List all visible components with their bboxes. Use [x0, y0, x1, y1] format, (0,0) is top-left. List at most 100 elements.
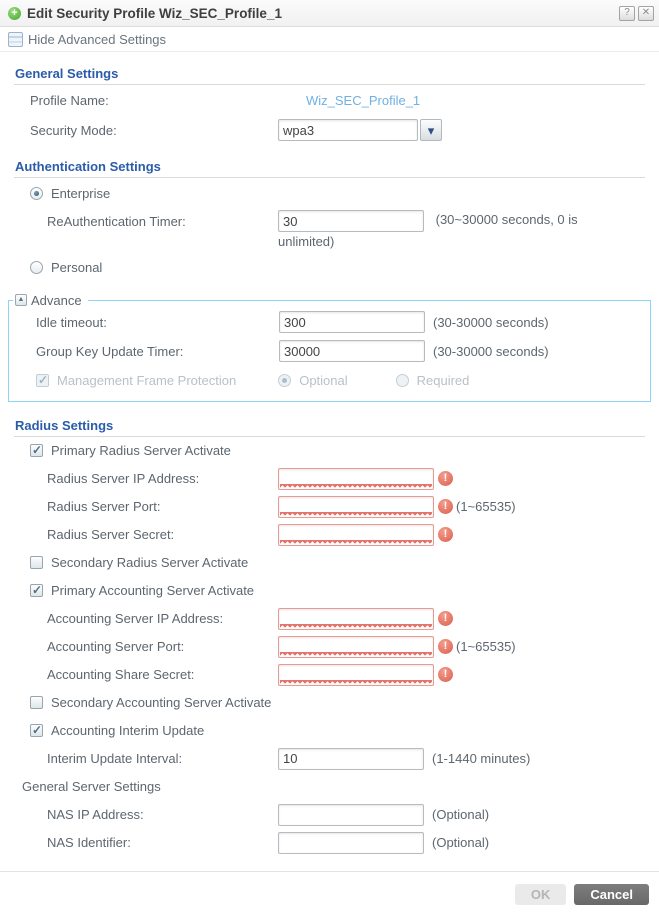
primary-acct-label: Primary Accounting Server Activate — [51, 583, 254, 598]
add-icon: + — [8, 7, 21, 20]
panel-icon — [8, 32, 23, 47]
idle-timeout-hint: (30-30000 seconds) — [433, 315, 549, 330]
radius-ip-row: Radius Server IP Address: ! — [14, 465, 645, 493]
mfp-label: Management Frame Protection — [57, 373, 236, 388]
enterprise-radio-row: Enterprise — [14, 178, 645, 208]
interim-interval-label: Interim Update Interval: — [14, 751, 278, 766]
mfp-required-label: Required — [417, 373, 470, 388]
interim-update-checkbox[interactable] — [30, 724, 43, 737]
error-icon: ! — [438, 667, 453, 682]
general-settings-section: General Settings — [14, 66, 645, 85]
radius-ip-label: Radius Server IP Address: — [14, 471, 278, 486]
group-key-row: Group Key Update Timer: (30-30000 second… — [9, 337, 650, 366]
cancel-button[interactable]: Cancel — [574, 884, 649, 905]
enterprise-label: Enterprise — [51, 186, 110, 201]
nas-ip-row: NAS IP Address: (Optional) — [14, 801, 645, 829]
acct-port-row: Accounting Server Port: ! (1~65535) — [14, 633, 645, 661]
radius-secret-field — [278, 524, 434, 546]
ok-button[interactable]: OK — [515, 884, 567, 905]
radius-secret-input[interactable] — [278, 524, 434, 546]
reauth-timer-row: ReAuthentication Timer: (30~30000 second… — [14, 208, 645, 253]
radius-port-input[interactable] — [278, 496, 434, 518]
security-mode-dropdown-button[interactable]: ▾ — [420, 119, 442, 141]
mfp-checkbox — [36, 374, 49, 387]
radius-secret-row: Radius Server Secret: ! — [14, 521, 645, 549]
secondary-acct-row: Secondary Accounting Server Activate — [14, 689, 645, 717]
interim-update-row: Accounting Interim Update — [14, 717, 645, 745]
dialog-title: Edit Security Profile Wiz_SEC_Profile_1 — [27, 6, 616, 21]
nas-identifier-input[interactable] — [278, 832, 424, 854]
advance-fieldset: ▲ Advance Idle timeout: (30-30000 second… — [8, 293, 651, 402]
radius-secret-label: Radius Server Secret: — [14, 527, 278, 542]
acct-port-input[interactable] — [278, 636, 434, 658]
radius-settings-title: Radius Settings — [15, 418, 645, 433]
radius-port-field — [278, 496, 434, 518]
acct-ip-row: Accounting Server IP Address: ! — [14, 605, 645, 633]
radius-port-label: Radius Server Port: — [14, 499, 278, 514]
radius-port-row: Radius Server Port: ! (1~65535) — [14, 493, 645, 521]
profile-name-value: Wiz_SEC_Profile_1 — [278, 93, 420, 108]
interim-interval-hint: (1-1440 minutes) — [432, 751, 530, 766]
mfp-optional-label: Optional — [299, 373, 347, 388]
error-icon: ! — [438, 639, 453, 654]
advance-legend: ▲ Advance — [13, 293, 88, 308]
acct-port-field — [278, 636, 434, 658]
interim-interval-input[interactable] — [278, 748, 424, 770]
acct-secret-input[interactable] — [278, 664, 434, 686]
nas-identifier-label: NAS Identifier: — [14, 835, 278, 850]
acct-secret-field — [278, 664, 434, 686]
help-button[interactable]: ? — [619, 6, 635, 21]
nas-identifier-hint: (Optional) — [432, 835, 489, 850]
primary-acct-row: Primary Accounting Server Activate — [14, 577, 645, 605]
mfp-optional-radio — [278, 374, 291, 387]
secondary-acct-checkbox[interactable] — [30, 696, 43, 709]
idle-timeout-input[interactable] — [279, 311, 425, 333]
secondary-radius-checkbox[interactable] — [30, 556, 43, 569]
group-key-input[interactable] — [279, 340, 425, 362]
hide-advanced-label: Hide Advanced Settings — [28, 32, 166, 47]
idle-timeout-label: Idle timeout: — [9, 315, 279, 330]
radius-settings-section: Radius Settings — [14, 418, 645, 437]
primary-radius-label: Primary Radius Server Activate — [51, 443, 231, 458]
error-icon: ! — [438, 527, 453, 542]
group-key-hint: (30-30000 seconds) — [433, 344, 549, 359]
nas-ip-input[interactable] — [278, 804, 424, 826]
reauth-timer-label: ReAuthentication Timer: — [14, 210, 278, 229]
primary-acct-checkbox[interactable] — [30, 584, 43, 597]
group-key-label: Group Key Update Timer: — [9, 344, 279, 359]
personal-radio-row: Personal — [14, 253, 645, 283]
authentication-settings-section: Authentication Settings — [14, 159, 645, 178]
chevron-down-icon: ▾ — [428, 124, 435, 137]
collapse-icon[interactable]: ▲ — [15, 294, 27, 306]
acct-ip-label: Accounting Server IP Address: — [14, 611, 278, 626]
acct-ip-input[interactable] — [278, 608, 434, 630]
personal-radio[interactable] — [30, 261, 43, 274]
personal-label: Personal — [51, 260, 102, 275]
hide-advanced-toggle[interactable]: Hide Advanced Settings — [0, 27, 659, 52]
mfp-row: Management Frame Protection Optional Req… — [9, 366, 650, 395]
dialog-footer: OK Cancel — [0, 871, 659, 919]
close-button[interactable]: ✕ — [638, 6, 654, 21]
primary-radius-checkbox[interactable] — [30, 444, 43, 457]
secondary-acct-label: Secondary Accounting Server Activate — [51, 695, 271, 710]
primary-radius-row: Primary Radius Server Activate — [14, 437, 645, 465]
reauth-timer-input[interactable] — [278, 210, 424, 232]
acct-secret-label: Accounting Share Secret: — [14, 667, 278, 682]
secondary-radius-label: Secondary Radius Server Activate — [51, 555, 248, 570]
general-server-settings-row: General Server Settings — [14, 773, 645, 801]
profile-name-label: Profile Name: — [14, 93, 278, 108]
acct-port-hint: (1~65535) — [456, 639, 516, 654]
profile-name-row: Profile Name: Wiz_SEC_Profile_1 — [14, 85, 645, 115]
radius-ip-input[interactable] — [278, 468, 434, 490]
mfp-required-radio — [396, 374, 409, 387]
security-mode-label: Security Mode: — [14, 123, 278, 138]
interim-interval-row: Interim Update Interval: (1-1440 minutes… — [14, 745, 645, 773]
error-icon: ! — [438, 471, 453, 486]
general-server-settings-label: General Server Settings — [14, 779, 161, 794]
nas-identifier-row: NAS Identifier: (Optional) — [14, 829, 645, 857]
acct-secret-row: Accounting Share Secret: ! — [14, 661, 645, 689]
enterprise-radio[interactable] — [30, 187, 43, 200]
radius-port-hint: (1~65535) — [456, 499, 516, 514]
general-settings-title: General Settings — [15, 66, 645, 81]
security-mode-input[interactable] — [278, 119, 418, 141]
